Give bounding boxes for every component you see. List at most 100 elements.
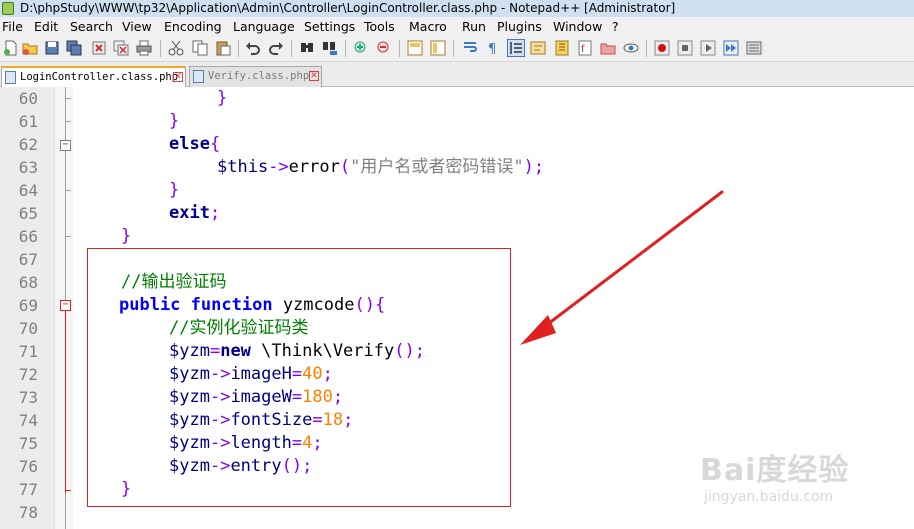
code-token: $yzm [169,410,210,430]
fold-toggle-icon[interactable]: − [60,140,71,151]
indent-guide-icon[interactable] [507,39,525,57]
title-bar: D:\phpStudy\WWW\tp32\Application\Admin\C… [0,0,914,17]
code-line-73: $yzm->imageW=180; [169,386,343,409]
menu-view[interactable]: View [122,17,152,36]
tab-logincontroller[interactable]: LoginController.class.php ✕ [1,66,186,87]
code-line-72: $yzm->imageH=40; [169,363,333,386]
code-token: length [230,433,292,453]
code-token: -> [209,456,231,476]
sync-h-icon[interactable] [430,40,446,56]
run-macro-multiple-icon[interactable] [723,40,739,56]
show-all-chars-icon[interactable]: ¶ [484,40,500,56]
tab-verify[interactable]: Verify.class.php ✕ [189,66,322,87]
menu-settings[interactable]: Settings [304,17,355,36]
function-list-icon[interactable]: f [577,40,593,56]
line-number: 77 [18,480,38,499]
play-macro-icon[interactable] [700,40,716,56]
stop-macro-icon[interactable] [677,40,693,56]
undo-icon[interactable] [245,40,261,56]
monitoring-icon[interactable] [623,40,639,56]
fold-toggle-icon[interactable]: − [60,300,71,311]
code-line-63: $this->error("用户名或者密码错误"); [217,156,544,179]
redo-icon[interactable] [268,40,284,56]
menu-plugins[interactable]: Plugins [497,17,542,36]
menu-file[interactable]: File [2,17,23,36]
toolbar-separator [453,40,454,57]
code-line-66: } [121,225,131,248]
menu-encoding[interactable]: Encoding [164,17,222,36]
window-title: D:\phpStudy\WWW\tp32\Application\Admin\C… [20,1,676,15]
code-token: = [291,387,303,407]
close-icon[interactable] [91,40,107,56]
code-token: exit [169,203,210,223]
code-token: 40 [302,364,323,384]
record-macro-icon[interactable] [654,40,670,56]
fold-end-marker [65,190,71,191]
new-icon[interactable] [3,40,19,56]
code-token: ; [312,433,323,453]
replace-icon[interactable] [322,40,338,56]
code-editor[interactable]: } } else{ $this->error("用户名或者密码错误"); } e… [73,87,914,529]
toolbar: ¶ f [0,36,914,62]
print-icon[interactable] [136,40,152,56]
tab-label: LoginController.class.php [20,71,179,83]
menu-language[interactable]: Language [233,17,295,36]
toolbar-separator [291,40,292,57]
code-token: $yzm [169,456,210,476]
line-number: 68 [18,273,38,292]
save-macro-icon[interactable] [746,40,762,56]
zoom-out-icon[interactable] [376,40,392,56]
line-number: 73 [18,388,38,407]
line-number: 71 [18,342,38,361]
line-number: 65 [18,204,38,223]
save-all-icon[interactable] [66,40,82,56]
close-tab-icon[interactable]: ✕ [309,71,319,81]
find-icon[interactable] [299,40,315,56]
code-token: public [119,295,181,315]
close-tab-icon[interactable]: ✕ [173,72,183,82]
code-token: -> [209,433,231,453]
code-line-70: //实例化验证码类 [169,317,308,340]
doc-map-icon[interactable] [554,40,570,56]
fold-end-marker [65,490,71,491]
copy-icon[interactable] [192,40,208,56]
menu-tools[interactable]: Tools [364,17,395,36]
menu-help[interactable]: ? [612,17,619,36]
line-number: 60 [18,89,38,108]
code-token: } [169,180,180,200]
save-icon[interactable] [44,40,60,56]
code-line-75: $yzm->length=4; [169,432,323,455]
code-token: 180 [302,387,333,407]
svg-text:¶: ¶ [488,42,496,56]
code-line-76: $yzm->entry(); [169,455,312,478]
code-line-60: } [217,87,227,110]
file-icon [193,70,204,83]
paste-icon[interactable] [215,40,231,56]
user-lang-icon[interactable] [530,40,546,56]
open-icon[interactable] [22,40,38,56]
menu-window[interactable]: Window [553,17,602,36]
word-wrap-icon[interactable] [462,40,478,56]
folder-workspace-icon[interactable] [600,40,616,56]
code-line-74: $yzm->fontSize=18; [169,409,353,432]
code-line-65: exit; [169,202,220,225]
menu-search[interactable]: Search [70,17,113,36]
close-all-icon[interactable] [113,40,129,56]
code-token: imageW [230,387,292,407]
cut-icon[interactable] [168,40,184,56]
menu-run[interactable]: Run [462,17,486,36]
line-number: 78 [18,503,38,522]
code-token: -> [209,387,231,407]
line-number: 69 [18,296,38,315]
code-token: $yzm [169,341,210,361]
svg-text:f: f [581,44,585,55]
code-token: = [312,410,323,430]
menu-macro[interactable]: Macro [409,17,447,36]
code-line-61: } [169,110,179,133]
zoom-in-icon[interactable] [353,40,369,56]
code-token: (){ [354,295,386,315]
code-token: $yzm [169,364,210,384]
menu-edit[interactable]: Edit [34,17,58,36]
code-token: 18 [322,410,344,430]
sync-v-icon[interactable] [407,40,423,56]
